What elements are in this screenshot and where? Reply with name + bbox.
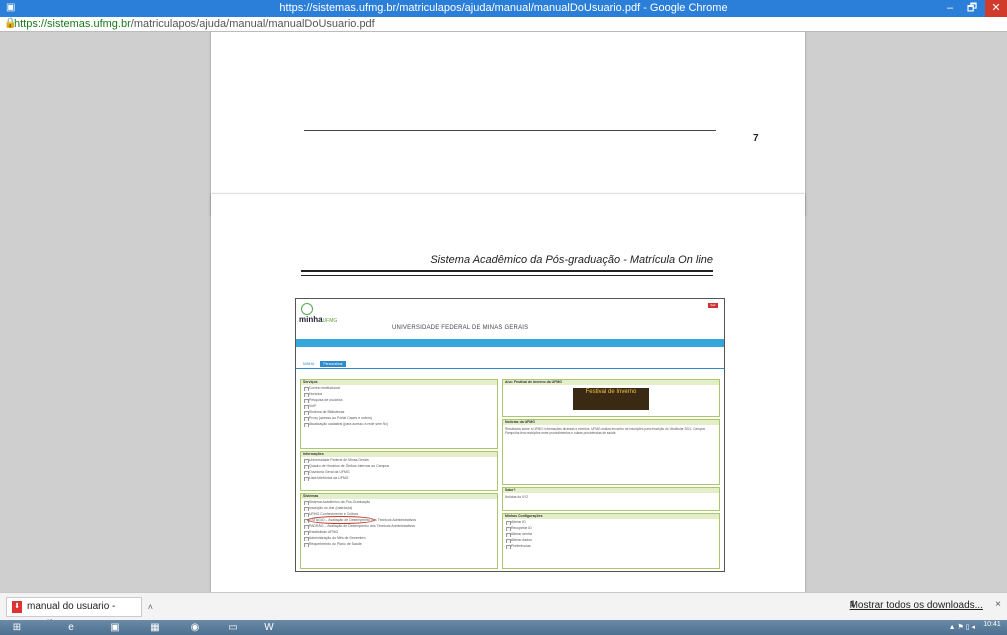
tray-icons[interactable]: ▲ ⚑ ▯ ◂	[949, 623, 975, 631]
sair-button: Sair	[708, 303, 718, 308]
page-number: 7	[753, 133, 759, 144]
university-name: UNIVERSIDADE FEDERAL DE MINAS GERAIS	[392, 325, 529, 331]
url-path: /matriculapos/ajuda/manual/manualDoUsuar…	[130, 18, 375, 30]
sabe-text: Notícias da XYZ	[505, 495, 529, 499]
minimize-button[interactable]: –	[939, 0, 961, 17]
chrome-icon[interactable]: ◉	[184, 621, 206, 634]
pdf-page-7: 7	[211, 32, 805, 216]
minha-ufmg-logo: minhaUFMG	[299, 303, 338, 324]
internet-explorer-icon[interactable]: e	[60, 621, 82, 634]
list-item: Lista telefônica da UFMG	[301, 475, 497, 481]
address-bar[interactable]: 🔒 https://sistemas.ufmg.br/matriculapos/…	[0, 17, 1007, 32]
url-text[interactable]: https://sistemas.ufmg.br/matriculapos/aj…	[14, 17, 375, 31]
pdf-page-8: Sistema Acadêmico da Pós-graduação - Mat…	[211, 194, 805, 592]
windows-taskbar: ⊞ e ▣ ▦ ◉ ▭ W ▲ ⚑ ▯ ◂ 10:41	[0, 620, 1007, 635]
tab-personalizar: Personalizar	[320, 361, 346, 367]
close-downloads-bar-button[interactable]: ×	[995, 599, 1001, 610]
tab-underline	[296, 368, 724, 369]
panel-informacoes: Informações Universidade Federal de Mina…	[300, 451, 498, 491]
chevron-down-icon[interactable]: ˄	[148, 598, 153, 616]
url-host: https://sistemas.ufmg.br	[14, 18, 131, 30]
spreadsheet-icon[interactable]: ▦	[144, 621, 166, 634]
panel-title: Ano: Festival de Inverno da UFMG	[503, 380, 719, 385]
clock[interactable]: 10:41	[981, 621, 1003, 628]
leaf-icon	[301, 303, 313, 315]
title-bar: ▣ https://sistemas.ufmg.br/matriculapos/…	[0, 0, 1007, 17]
list-item: Atualização cadastral (para acesso à red…	[301, 421, 497, 427]
download-item[interactable]: ⬇ manual do usuario - ....pdf ˄	[6, 597, 153, 630]
list-item: Preferências	[503, 543, 719, 549]
window-title: https://sistemas.ufmg.br/matriculapos/aj…	[279, 2, 728, 14]
panel-festival: Ano: Festival de Inverno da UFMG Festiva…	[502, 379, 720, 417]
portal-tabs: MINHA Personalizar	[300, 361, 348, 367]
media-icon[interactable]: ▣	[104, 621, 126, 634]
page-header: Sistema Acadêmico da Pós-graduação - Mat…	[430, 254, 713, 266]
windows-start-icon[interactable]: ⊞	[6, 621, 28, 634]
header-rule-top	[301, 270, 713, 272]
lock-icon[interactable]: 🔒	[4, 18, 16, 29]
logo-sub: UFMG	[322, 318, 338, 324]
festival-banner: Festival de Inverno	[573, 388, 649, 410]
pdf-viewer[interactable]: 7 Sistema Acadêmico da Pós-graduação - M…	[0, 32, 1007, 592]
news-text: Resultados sobre a UFMG: informações div…	[505, 427, 705, 436]
word-icon[interactable]: W	[258, 621, 280, 634]
embedded-portal-screenshot: minhaUFMG UNIVERSIDADE FEDERAL DE MINAS …	[295, 298, 725, 572]
header-rule-bottom	[301, 275, 713, 276]
panel-servicos: Serviços Correio institucional Horários …	[300, 379, 498, 449]
panel-sistemas: Sistemas Sistema Acadêmico da Pós-Gradua…	[300, 493, 498, 569]
maximize-button[interactable]: 🗗	[961, 0, 983, 17]
pdf-file-icon: ⬇	[12, 601, 22, 613]
list-item: Requerimento do Plano de Saúde	[301, 541, 497, 547]
downloads-bar: ⬇ manual do usuario - ....pdf ˄ ⬇ Mostra…	[0, 592, 1007, 630]
logo-main: minha	[299, 315, 323, 324]
highlight-circle	[307, 516, 375, 524]
footer-rule	[304, 130, 716, 131]
close-button[interactable]: ✕	[985, 0, 1007, 17]
panel-config: Minhas Configurações Alterar ID Recupera…	[502, 513, 720, 569]
panel-noticias: Notícias da UFMG Resultados sobre a UFMG…	[502, 419, 720, 485]
blue-band	[296, 339, 724, 347]
show-all-downloads-link[interactable]: Mostrar todos os downloads...	[850, 600, 983, 611]
folder-icon[interactable]: ▭	[222, 621, 244, 634]
panel-sabe: Sabe? Notícias da XYZ	[502, 487, 720, 511]
tab-minha: MINHA	[300, 361, 318, 367]
